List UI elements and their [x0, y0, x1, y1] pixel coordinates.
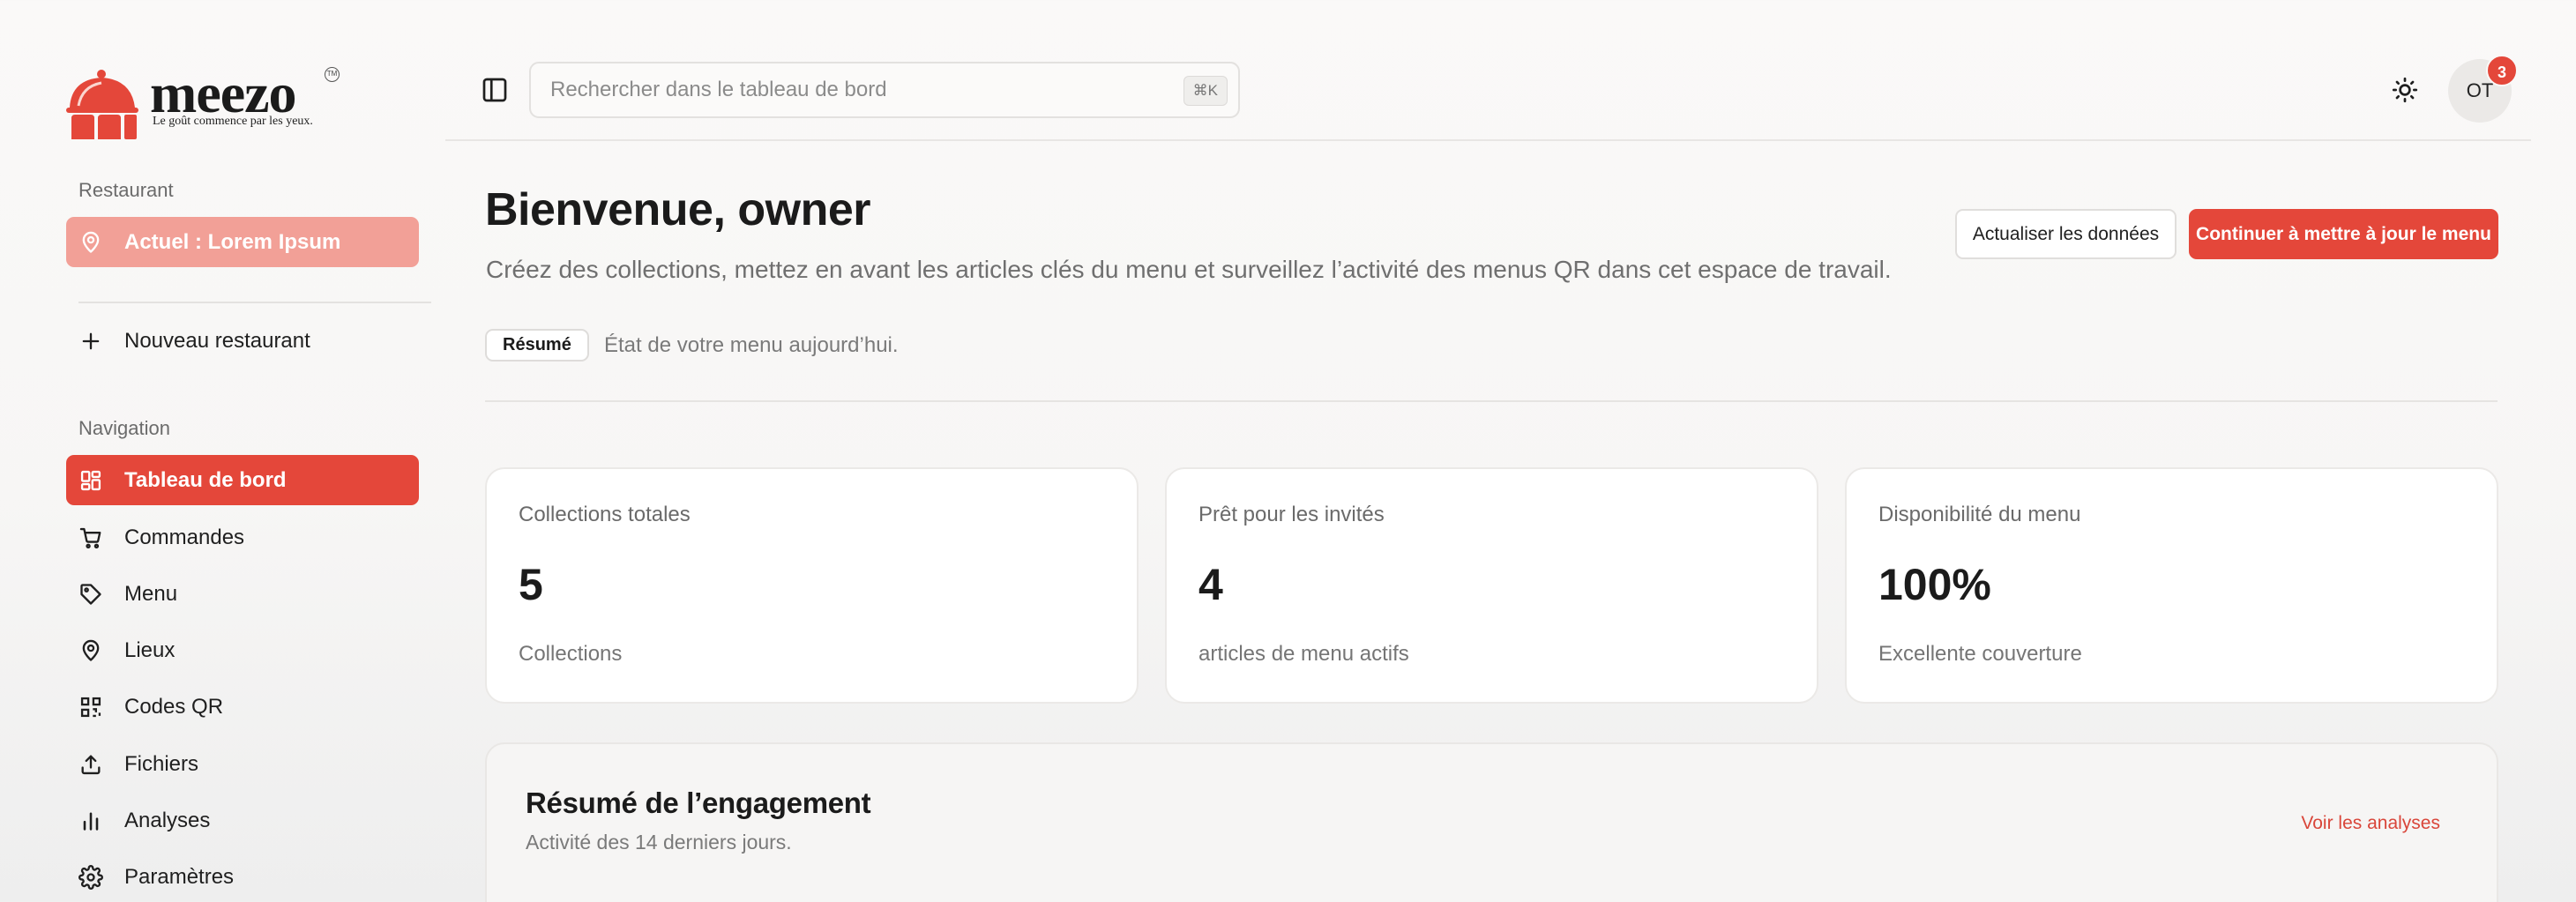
navigation-section-label: Navigation	[78, 417, 170, 439]
sidebar-item-menu[interactable]: Menu	[66, 569, 419, 619]
sidebar-item-orders[interactable]: Commandes	[66, 512, 419, 563]
search-input[interactable]	[550, 78, 1132, 102]
sidebar: meezo TM Le goût commence par les yeux. …	[0, 0, 445, 902]
stat-value: 100%	[1878, 560, 1991, 609]
continue-update-menu-button[interactable]: Continuer à mettre à jour le menu	[2189, 209, 2498, 259]
stat-card-guest-ready: Prêt pour les invités 4 articles de menu…	[1165, 467, 1818, 704]
qr-code-icon	[78, 695, 103, 719]
sidebar-item-label: Menu	[124, 581, 178, 606]
sidebar-item-qr-codes[interactable]: Codes QR	[66, 682, 419, 732]
stat-description: articles de menu actifs	[1198, 642, 1409, 666]
sidebar-divider	[78, 302, 431, 303]
search-bar[interactable]: ⌘K	[529, 62, 1240, 118]
tag-icon	[78, 582, 103, 607]
stat-description: Collections	[519, 642, 623, 666]
notification-badge[interactable]: 3	[2486, 55, 2518, 86]
brand-tagline: Le goût commence par les yeux.	[153, 115, 313, 128]
sidebar-item-label: Paramètres	[124, 864, 235, 889]
cart-icon	[78, 526, 103, 550]
view-analytics-link[interactable]: Voir les analyses	[2301, 813, 2440, 834]
search-shortcut-badge: ⌘K	[1183, 76, 1228, 106]
bar-chart-icon	[78, 809, 103, 833]
sidebar-item-label: Codes QR	[124, 694, 224, 719]
stat-description: Excellente couverture	[1878, 642, 2082, 666]
section-divider	[485, 400, 2498, 402]
restaurant-section-label: Restaurant	[78, 179, 174, 201]
plus-icon	[78, 329, 103, 354]
sidebar-toggle-button[interactable]	[479, 74, 511, 106]
sidebar-item-analytics[interactable]: Analyses	[66, 795, 419, 846]
current-restaurant-label: Actuel : Lorem Ipsum	[124, 229, 341, 254]
stat-title: Collections totales	[519, 503, 691, 526]
summary-badge: Résumé	[485, 329, 589, 362]
sidebar-item-dashboard[interactable]: Tableau de bord	[66, 455, 419, 505]
new-restaurant-label: Nouveau restaurant	[124, 329, 310, 353]
cloche-logo-icon	[66, 70, 138, 139]
sidebar-item-settings[interactable]: Paramètres	[66, 852, 419, 902]
sidebar-item-label: Lieux	[124, 637, 175, 662]
stat-value: 5	[519, 560, 543, 609]
stat-title: Disponibilité du menu	[1878, 503, 2081, 526]
engagement-subtitle: Activité des 14 derniers jours.	[526, 831, 792, 854]
page-subtitle: Créez des collections, mettez en avant l…	[486, 256, 1892, 283]
brand-name: meezo	[150, 62, 297, 124]
sidebar-item-label: Tableau de bord	[124, 467, 287, 492]
gear-icon	[78, 864, 103, 890]
stat-card-total-collections: Collections totales 5 Collections	[485, 467, 1139, 704]
sun-icon	[2389, 77, 2421, 109]
header-divider	[445, 139, 2531, 141]
brand-logo[interactable]: meezo TM Le goût commence par les yeux.	[66, 63, 348, 143]
stat-card-menu-availability: Disponibilité du menu 100% Excellente co…	[1845, 467, 2498, 704]
stat-value: 4	[1198, 560, 1223, 609]
map-pin-icon	[78, 230, 103, 255]
page-title: Bienvenue, owner	[485, 184, 871, 235]
engagement-title: Résumé de l’engagement	[526, 786, 871, 819]
engagement-summary-panel: Résumé de l’engagement Activité des 14 d…	[485, 742, 2498, 902]
sidebar-item-label: Analyses	[124, 808, 211, 832]
sidebar-item-files[interactable]: Fichiers	[66, 739, 419, 789]
panel-left-icon	[479, 78, 511, 109]
refresh-data-button[interactable]: Actualiser les données	[1955, 209, 2177, 259]
sidebar-item-label: Commandes	[124, 525, 245, 549]
dashboard-icon	[78, 468, 103, 493]
stat-title: Prêt pour les invités	[1198, 503, 1385, 526]
new-restaurant-button[interactable]: Nouveau restaurant	[66, 319, 419, 363]
sidebar-item-label: Fichiers	[124, 751, 199, 776]
trademark-mark: TM	[325, 67, 340, 82]
sidebar-item-locations[interactable]: Lieux	[66, 625, 419, 675]
upload-icon	[78, 752, 103, 777]
current-restaurant-selector[interactable]: Actuel : Lorem Ipsum	[66, 217, 419, 267]
map-pin-icon	[78, 638, 103, 663]
theme-toggle-button[interactable]	[2389, 74, 2421, 106]
summary-note: État de votre menu aujourd’hui.	[604, 333, 899, 357]
